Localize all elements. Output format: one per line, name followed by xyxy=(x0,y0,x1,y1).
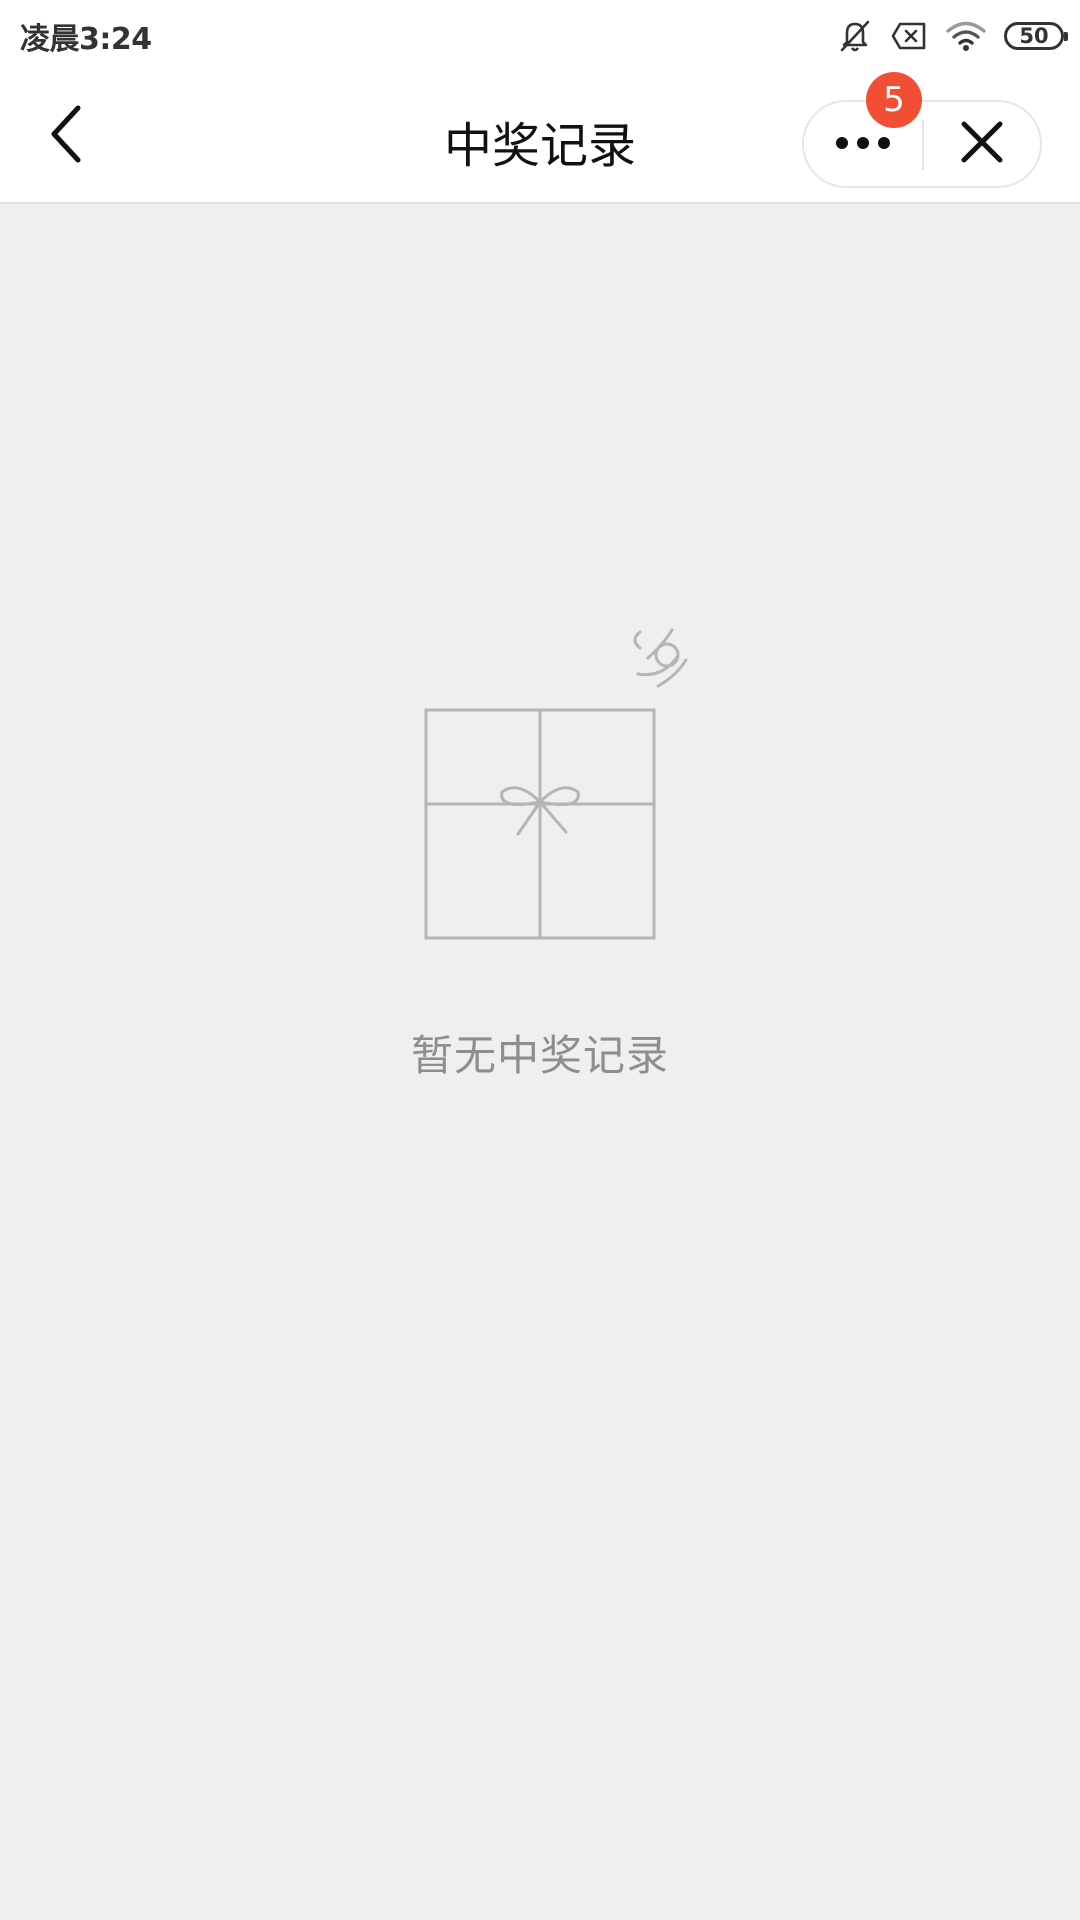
bell-off-icon xyxy=(838,18,872,54)
gift-box-icon xyxy=(418,626,708,946)
battery-icon: 50 xyxy=(1004,22,1068,50)
empty-state-message: 暂无中奖记录 xyxy=(410,1031,669,1080)
close-button[interactable] xyxy=(924,102,1040,186)
status-bar: 凌晨3:24 50 xyxy=(0,0,1080,72)
wifi-icon xyxy=(946,20,986,52)
sim-disabled-icon xyxy=(890,21,928,51)
mini-program-capsule xyxy=(802,100,1042,188)
notification-badge: 5 xyxy=(866,72,922,128)
status-time: 凌晨3:24 xyxy=(20,22,152,57)
battery-level: 50 xyxy=(1019,24,1049,48)
status-icons: 50 xyxy=(838,16,1068,56)
close-icon xyxy=(960,120,1004,168)
more-dots-icon xyxy=(835,135,891,154)
screen: 凌晨3:24 50 中奖记录 5 暂无中奖记录 xyxy=(0,0,1080,1920)
